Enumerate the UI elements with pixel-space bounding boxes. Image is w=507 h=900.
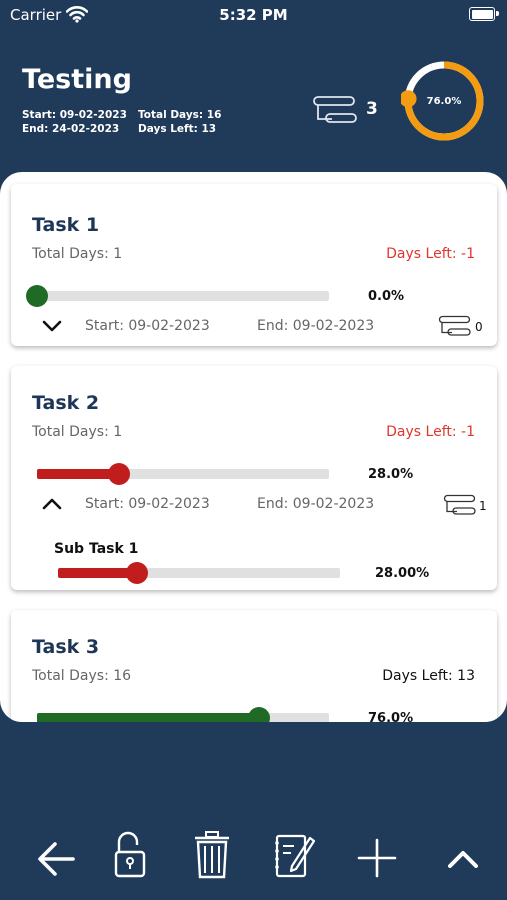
task-title: Task 1 xyxy=(32,214,100,236)
task-start-date: Start: 09-02-2023 xyxy=(85,496,210,512)
chevron-up-icon[interactable] xyxy=(446,848,480,874)
task-list-sheet[interactable]: Task 1 Total Days: 1 Days Left: -1 0.0% … xyxy=(0,172,507,722)
subtask-progress-knob[interactable] xyxy=(125,562,148,584)
task-card[interactable]: Task 1 Total Days: 1 Days Left: -1 0.0% … xyxy=(11,184,497,346)
subtasks-icon[interactable] xyxy=(438,315,472,341)
unlock-icon[interactable] xyxy=(112,830,148,884)
task-total-days: Total Days: 1 xyxy=(32,424,123,440)
progress-ring-knob xyxy=(401,90,417,108)
task-card[interactable]: Task 3 Total Days: 16 Days Left: 13 76.0… xyxy=(11,610,497,722)
task-title: Task 3 xyxy=(32,636,100,658)
project-progress-label: 76.0% xyxy=(427,96,462,107)
task-days-left: Days Left: -1 xyxy=(386,246,475,262)
task-total-days: Total Days: 1 xyxy=(32,246,123,262)
task-progress-track xyxy=(37,463,329,485)
task-days-left: Days Left: -1 xyxy=(386,424,475,440)
task-start-date: Start: 09-02-2023 xyxy=(85,318,210,334)
subtasks-icon[interactable] xyxy=(443,494,477,520)
task-progress-label: 76.0% xyxy=(368,711,414,722)
subtask-progress-track xyxy=(58,562,340,584)
battery-icon xyxy=(469,7,499,21)
task-total-days: Total Days: 16 xyxy=(32,668,132,684)
task-progress-track xyxy=(26,285,329,307)
task-subtask-count: 0 xyxy=(475,320,483,334)
task-progress-knob[interactable] xyxy=(247,707,270,722)
task-end-date: End: 09-02-2023 xyxy=(257,496,375,512)
task-progress-fill xyxy=(37,713,259,722)
subtasks-icon[interactable] xyxy=(312,95,358,129)
chevron-down-icon[interactable] xyxy=(41,318,63,337)
project-total-days: Total Days: 16 xyxy=(138,109,222,121)
task-progress-track xyxy=(37,707,329,722)
subtask-progress-label: 28.00% xyxy=(375,566,430,581)
project-subtask-count: 3 xyxy=(366,99,378,119)
status-bar: Carrier 5:32 PM xyxy=(0,0,507,34)
task-progress-knob[interactable] xyxy=(107,463,130,485)
task-progress-fill xyxy=(37,469,119,479)
task-progress-label: 0.0% xyxy=(368,289,405,304)
subtask-title: Sub Task 1 xyxy=(54,541,139,557)
back-arrow-icon[interactable] xyxy=(36,840,76,882)
clock: 5:32 PM xyxy=(219,6,288,24)
task-card[interactable]: Task 2 Total Days: 1 Days Left: -1 28.0%… xyxy=(11,366,497,590)
project-progress-ring: 76.0% xyxy=(401,61,484,141)
task-title: Task 2 xyxy=(32,392,100,414)
project-meta-row-2: End: 24-02-2023 Days Left: 13 xyxy=(22,123,216,135)
project-days-left: Days Left: 13 xyxy=(138,123,217,135)
task-subtask-count: 1 xyxy=(479,499,487,513)
task-end-date: End: 09-02-2023 xyxy=(257,318,375,334)
project-end: End: 24-02-2023 xyxy=(22,123,120,135)
edit-note-icon[interactable] xyxy=(272,830,316,884)
project-title: Testing xyxy=(22,64,132,95)
project-start: Start: 09-02-2023 xyxy=(22,109,127,121)
task-progress-label: 28.0% xyxy=(368,467,414,482)
project-meta-row-1: Start: 09-02-2023 Total Days: 16 xyxy=(22,109,221,121)
chevron-up-icon[interactable] xyxy=(41,496,63,515)
plus-icon[interactable] xyxy=(356,838,398,882)
bottom-toolbar xyxy=(0,826,507,890)
task-progress-knob[interactable] xyxy=(26,285,48,307)
trash-icon[interactable] xyxy=(192,830,232,884)
task-days-left: Days Left: 13 xyxy=(382,668,475,684)
